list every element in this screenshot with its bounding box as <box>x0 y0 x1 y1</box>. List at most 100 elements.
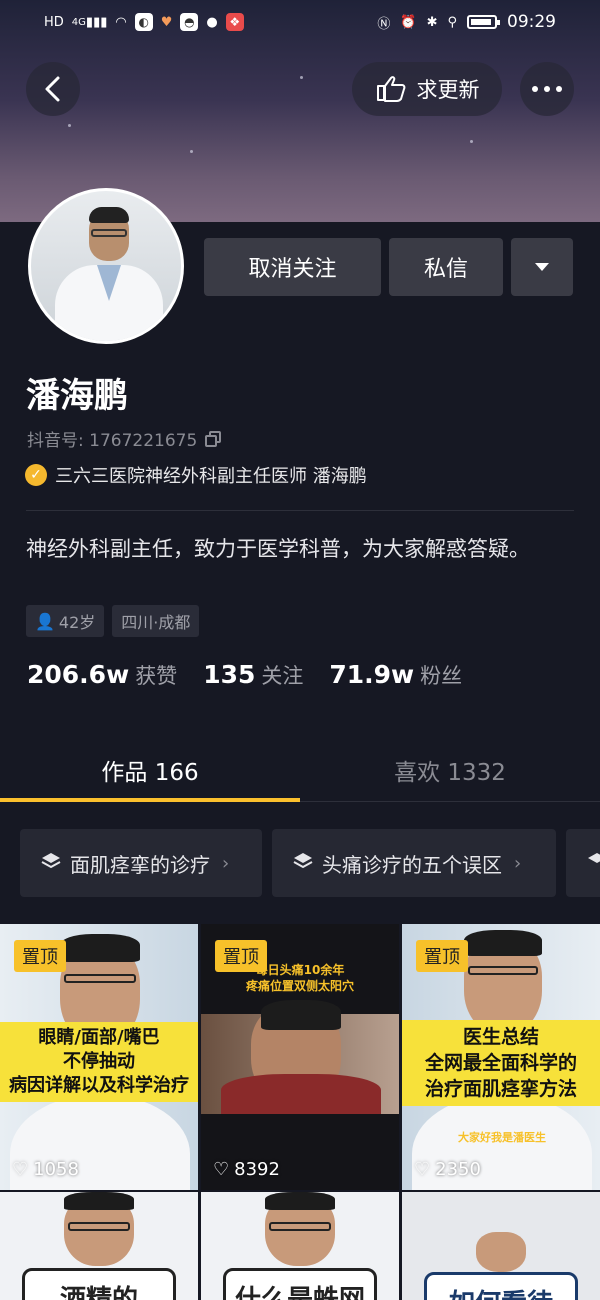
battery-icon <box>467 15 500 29</box>
video-title: 什么是蛛网 <box>223 1268 377 1300</box>
status-bar: HD 4G ▮▮▮ ◠ ◐ ♥ ◓ ● ❖ Ⓝ ⏰ ✱ ⚲ 09:29 <box>0 0 600 44</box>
app-icon-2: ◓ <box>180 13 199 31</box>
recommend-dropdown-button[interactable] <box>511 238 573 296</box>
network-label: 4G <box>71 16 86 28</box>
back-button[interactable] <box>26 62 80 116</box>
video-subcaption: 大家好我是潘医生 <box>458 1131 546 1144</box>
profile-name: 潘海鹏 <box>26 376 128 416</box>
video-caption-line: 病因详解以及科学治疗 <box>9 1075 189 1096</box>
heart-outline-icon: ♡ <box>12 1159 29 1180</box>
message-button[interactable]: 私信 <box>389 238 503 296</box>
alarm-icon: ⏰ <box>400 14 417 30</box>
video-likes: ♡ 2350 <box>414 1159 481 1180</box>
video-caption-line: 疼痛位置双侧太阳穴 <box>245 979 354 993</box>
age-tag: 👤 42岁 <box>26 605 105 637</box>
request-update-button[interactable]: 求更新 <box>352 62 502 116</box>
collection-label: 面肌痉挛的诊疗 <box>70 852 210 877</box>
verified-badge-icon: ✓ <box>25 464 47 486</box>
request-update-label: 求更新 <box>416 78 480 102</box>
video-likes: ♡ 8392 <box>213 1159 280 1180</box>
app-icon: ◐ <box>134 13 153 31</box>
back-arrow-icon <box>45 76 60 102</box>
collection-label: 头痛诊疗的五个误区 <box>322 852 502 877</box>
video-like-count: 2350 <box>435 1159 481 1180</box>
bio: 神经外科副主任，致力于医学科普，为大家解惑答疑。 <box>26 537 530 561</box>
stat-number: 206.6w <box>27 660 130 689</box>
video-thumbnail[interactable]: 什么是蛛网 <box>201 1192 399 1300</box>
age-tag-label: 42岁 <box>58 613 96 632</box>
video-caption-line: 医生总结 <box>462 1026 539 1048</box>
pinned-badge: 置顶 <box>14 940 66 972</box>
wifi-icon: ◠ <box>115 14 127 30</box>
collection-item[interactable]: 面肌痉挛的诊疗 › <box>20 829 262 897</box>
video-like-count: 8392 <box>234 1159 280 1180</box>
location-tag-label: 四川·成都 <box>121 613 191 632</box>
banner-star <box>470 140 473 143</box>
hand-point-icon <box>376 76 405 102</box>
triangle-down-icon <box>535 263 549 271</box>
layers-icon <box>292 851 314 876</box>
collection-item[interactable] <box>566 829 600 897</box>
video-thumbnail[interactable]: 酒精的 <box>0 1192 198 1300</box>
verified-text: 三六三医院神经外科副主任医师 潘海鹏 <box>55 466 367 487</box>
video-thumbnail[interactable]: 眼睛/面部/嘴巴 不停抽动 病因详解以及科学治疗 置顶 ♡ 1058 <box>0 924 198 1190</box>
stat-following[interactable]: 135 关注 <box>203 660 303 690</box>
pinned-badge: 置顶 <box>215 940 267 972</box>
profile-tags: 👤 42岁 四川·成都 <box>26 605 200 637</box>
content-tabs: 作品 166 喜欢 1332 <box>0 740 600 802</box>
unfollow-button[interactable]: 取消关注 <box>204 238 381 296</box>
banner-star <box>190 150 193 153</box>
pinned-badge: 置顶 <box>416 940 468 972</box>
status-time: 09:29 <box>507 12 556 32</box>
banner-star <box>300 76 303 79</box>
video-thumbnail[interactable]: 如何看待 <box>402 1192 600 1300</box>
video-caption-line: 治疗面肌痉挛方法 <box>424 1078 577 1100</box>
bluetooth-icon: ✱ <box>426 14 438 30</box>
stat-label: 获赞 <box>135 664 178 688</box>
chat-icon: ● <box>206 14 218 30</box>
copy-icon[interactable] <box>205 430 222 447</box>
video-caption-line: 全网最全面科学的 <box>424 1052 577 1074</box>
heart-app-icon: ♥ <box>160 14 173 30</box>
heart-outline-icon: ♡ <box>414 1159 431 1180</box>
stat-label: 关注 <box>261 664 304 688</box>
more-options-button[interactable] <box>520 62 574 116</box>
nfc-icon: Ⓝ <box>377 16 391 32</box>
gift-icon: ❖ <box>225 13 244 31</box>
profile-stats: 206.6w 获赞 135 关注 71.9w 粉丝 <box>27 660 462 690</box>
tab-likes[interactable]: 喜欢 1332 <box>300 740 600 800</box>
tab-works[interactable]: 作品 166 <box>0 740 300 800</box>
location-icon: ⚲ <box>447 14 457 30</box>
douyin-id-row: 抖音号: 1767221675 <box>27 426 222 451</box>
collection-item[interactable]: 头痛诊疗的五个误区 › <box>272 829 556 897</box>
layers-icon <box>40 851 62 876</box>
person-icon: 👤 <box>35 611 55 631</box>
stat-number: 71.9w <box>329 660 415 689</box>
video-like-count: 1058 <box>33 1159 79 1180</box>
more-dots-icon <box>532 86 562 92</box>
chevron-right-icon: › <box>514 852 522 874</box>
verification-row: ✓ 三六三医院神经外科副主任医师 潘海鹏 <box>25 462 367 488</box>
video-title: 如何看待 <box>424 1272 578 1300</box>
collections-row: 面肌痉挛的诊疗 › 头痛诊疗的五个误区 › <box>20 829 600 897</box>
layers-icon <box>586 851 600 876</box>
divider <box>26 510 574 511</box>
heart-outline-icon: ♡ <box>213 1159 230 1180</box>
video-thumbnail[interactable]: 医生总结 全网最全面科学的 治疗面肌痉挛方法 大家好我是潘医生 置顶 ♡ 235… <box>402 924 600 1190</box>
banner-star <box>68 124 71 127</box>
chevron-right-icon: › <box>222 852 230 874</box>
douyin-id: 抖音号: 1767221675 <box>27 431 198 451</box>
avatar[interactable] <box>28 188 184 344</box>
hd-icon: HD <box>44 14 64 30</box>
location-tag: 四川·成都 <box>112 605 200 637</box>
stat-label: 粉丝 <box>420 664 463 688</box>
active-tab-indicator <box>0 798 300 802</box>
stat-likes: 206.6w 获赞 <box>27 660 177 690</box>
video-caption-line: 眼睛/面部/嘴巴 <box>38 1027 160 1048</box>
video-caption-line: 不停抽动 <box>63 1051 135 1072</box>
stat-number: 135 <box>203 660 256 689</box>
stat-followers[interactable]: 71.9w 粉丝 <box>329 660 462 690</box>
video-likes: ♡ 1058 <box>12 1159 79 1180</box>
video-thumbnail[interactable]: 每日头痛10余年 疼痛位置双侧太阳穴 置顶 ♡ 8392 <box>201 924 399 1190</box>
4g-signal-icon: 4G ▮▮▮ <box>71 14 108 30</box>
